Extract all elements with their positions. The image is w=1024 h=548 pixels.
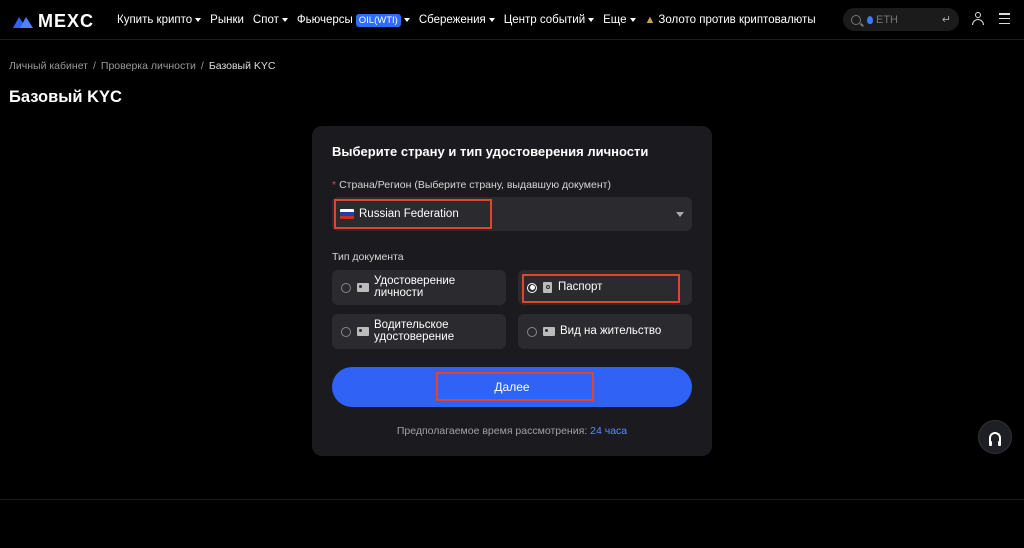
nav-buy-crypto[interactable]: Купить крипто xyxy=(117,14,202,26)
breadcrumb-identity-verification[interactable]: Проверка личности xyxy=(101,60,196,72)
country-label: * Страна/Регион (Выберите страну, выдавшу… xyxy=(332,179,611,191)
breadcrumb: Личный кабинет / Проверка личности / Баз… xyxy=(9,60,275,72)
nav-gold-vs-crypto[interactable]: ▲ Золото против криптовалюты xyxy=(645,14,816,26)
chevron-down-icon xyxy=(403,18,410,22)
chevron-down-icon xyxy=(281,18,288,22)
next-button[interactable]: Далее xyxy=(332,367,692,407)
option-residence-permit[interactable]: Вид на жительство xyxy=(518,314,692,349)
nav-spot[interactable]: Спот xyxy=(253,14,288,26)
headset-icon xyxy=(989,431,1001,446)
kyc-card: Выберите страну и тип удостоверения личн… xyxy=(312,126,712,456)
top-navigation: MEXC Купить крипто Рынки Спот Фьючерсы O… xyxy=(0,0,1024,40)
chevron-down-icon xyxy=(195,18,202,22)
page-title: Базовый KYC xyxy=(9,88,122,106)
radio-button[interactable] xyxy=(341,282,351,293)
nav-markets[interactable]: Рынки xyxy=(210,14,244,26)
futures-badge: OIL(WTI) xyxy=(355,13,401,27)
logo-text: MEXC xyxy=(38,11,95,31)
search-input[interactable] xyxy=(876,13,934,26)
chevron-down-icon xyxy=(488,18,495,22)
chevron-down-icon xyxy=(588,18,595,22)
doc-type-label: Тип документа xyxy=(332,251,404,263)
search-box[interactable]: ↵ xyxy=(843,8,959,31)
hamburger-menu-icon[interactable] xyxy=(999,13,1010,24)
residence-permit-icon xyxy=(543,327,555,336)
review-time-text: Предполагаемое время рассмотрения: 24 ча… xyxy=(396,425,628,437)
id-card-icon xyxy=(357,283,369,292)
breadcrumb-separator: / xyxy=(93,60,96,72)
breadcrumb-separator: / xyxy=(200,60,204,72)
option-passport[interactable]: Паспорт xyxy=(518,270,692,305)
nav-futures[interactable]: Фьючерсы OIL(WTI) xyxy=(297,13,410,27)
eth-icon xyxy=(867,15,873,24)
country-select[interactable]: Russian Federation xyxy=(332,197,692,231)
enter-key-icon: ↵ xyxy=(941,14,951,26)
radio-button[interactable] xyxy=(527,326,537,337)
radio-button-selected[interactable] xyxy=(527,282,537,293)
user-icon[interactable] xyxy=(972,12,984,26)
required-mark: * xyxy=(332,179,337,191)
review-time-value: 24 часа xyxy=(590,425,628,437)
support-chat-button[interactable] xyxy=(978,420,1012,454)
chevron-down-icon xyxy=(676,212,684,217)
nav-savings[interactable]: Сбережения xyxy=(419,14,495,26)
main-nav: Купить крипто Рынки Спот Фьючерсы OIL(WT… xyxy=(117,0,825,40)
nav-events-center[interactable]: Центр событий xyxy=(504,14,595,26)
passport-icon xyxy=(543,282,552,293)
option-driver-license[interactable]: Водительское удостоверение xyxy=(332,314,506,349)
gold-bars-icon: ▲ xyxy=(644,14,656,26)
mexc-logo[interactable]: MEXC xyxy=(12,11,94,32)
option-id-card[interactable]: Удостоверение личности xyxy=(332,270,506,305)
search-icon xyxy=(851,14,861,25)
nav-more[interactable]: Еще xyxy=(603,14,636,26)
driver-license-icon xyxy=(357,327,369,336)
country-value: Russian Federation xyxy=(359,208,459,220)
chevron-down-icon xyxy=(629,18,636,22)
footer-divider xyxy=(0,499,1024,500)
breadcrumb-personal-account[interactable]: Личный кабинет xyxy=(9,60,88,72)
breadcrumb-current: Базовый KYC xyxy=(208,60,276,72)
card-title: Выберите страну и тип удостоверения личн… xyxy=(332,144,649,159)
russia-flag-icon xyxy=(340,209,354,219)
radio-button[interactable] xyxy=(341,326,351,337)
mexc-logo-icon xyxy=(13,16,33,28)
